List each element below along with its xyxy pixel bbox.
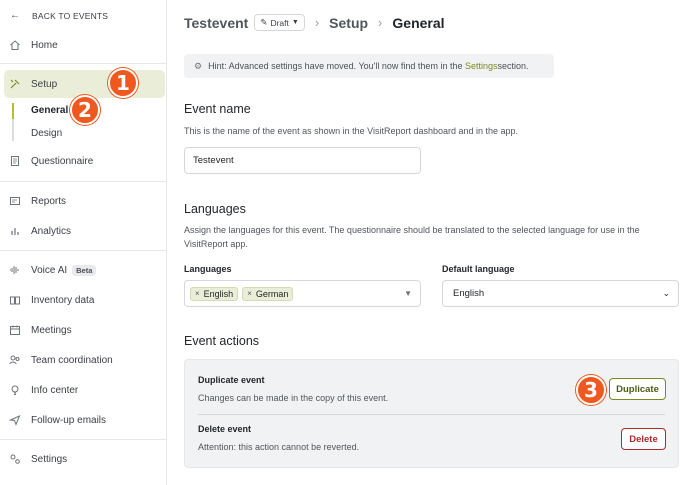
sub-indicator-active <box>12 103 14 119</box>
breadcrumb: Testevent ✎ Draft ▼ › Setup › General <box>184 14 445 31</box>
event-name-description: This is the name of the event as shown i… <box>184 126 519 136</box>
divider <box>0 63 167 64</box>
divider <box>0 439 167 440</box>
hint-banner: ⚙ Hint: Advanced settings have moved. Yo… <box>184 54 554 78</box>
duplicate-button[interactable]: Duplicate <box>609 378 666 400</box>
status-dropdown[interactable]: ✎ Draft ▼ <box>254 14 305 31</box>
sidebar-item-info-center[interactable]: Info center <box>0 379 167 401</box>
beta-badge: Beta <box>72 264 97 276</box>
home-icon <box>8 38 22 52</box>
chevron-right-icon: › <box>314 15 320 30</box>
language-tag: × English <box>190 286 239 301</box>
duplicate-event-description: Changes can be made in the copy of this … <box>198 393 389 403</box>
breadcrumb-event[interactable]: Testevent <box>184 15 248 31</box>
pencil-icon: ✎ <box>260 17 268 27</box>
divider <box>198 414 665 415</box>
sidebar-item-setup[interactable]: Setup <box>4 70 165 98</box>
delete-event-title: Delete event <box>198 424 252 434</box>
languages-multiselect[interactable]: × English × German ▼ <box>184 280 421 307</box>
divider <box>0 181 167 182</box>
settings-icon <box>8 452 22 466</box>
sidebar-item-team-coordination[interactable]: Team coordination <box>0 349 167 371</box>
sidebar-subitem-general[interactable]: General <box>31 105 68 116</box>
tools-icon <box>8 77 22 91</box>
languages-description: Assign the languages for this event. The… <box>184 225 640 249</box>
sidebar-item-meetings[interactable]: Meetings <box>0 319 167 341</box>
page-title: General <box>392 14 445 31</box>
duplicate-event-title: Duplicate event <box>198 375 265 385</box>
step-marker-3: 3 <box>576 375 606 405</box>
step-marker-1: 1 <box>108 68 138 98</box>
sidebar-item-follow-up-emails[interactable]: Follow-up emails <box>0 409 167 431</box>
event-name-input[interactable]: Testevent <box>184 147 421 174</box>
sidebar-item-questionnaire[interactable]: Questionnaire <box>0 150 167 172</box>
remove-icon[interactable]: × <box>195 289 200 298</box>
settings-icon: ⚙ <box>194 60 203 71</box>
book-icon <box>8 293 22 307</box>
section-heading-event-name: Event name <box>184 102 251 116</box>
sidebar-item-settings[interactable]: Settings <box>0 448 167 470</box>
language-tag: × German <box>242 286 294 301</box>
divider <box>0 250 167 251</box>
arrow-left-icon: ← <box>10 10 21 21</box>
report-icon <box>8 194 22 208</box>
step-marker-2: 2 <box>70 95 100 125</box>
sidebar-subitem-design[interactable]: Design <box>31 128 62 139</box>
send-icon <box>8 413 22 427</box>
chevron-right-icon: › <box>378 15 383 30</box>
caret-down-icon: ▼ <box>291 19 299 26</box>
bar-chart-icon <box>8 224 22 238</box>
section-heading-languages: Languages <box>184 202 246 216</box>
sidebar: ← BACK TO EVENTS Home Setup General Desi… <box>0 0 167 485</box>
section-heading-event-actions: Event actions <box>184 334 260 348</box>
document-icon <box>8 154 22 168</box>
sub-indicator <box>12 119 14 141</box>
sidebar-item-voice-ai[interactable]: Voice AI Beta <box>0 259 167 281</box>
sidebar-item-inventory-data[interactable]: Inventory data <box>0 289 167 311</box>
event-actions-panel: Duplicate event Changes can be made in t… <box>184 359 679 468</box>
remove-icon[interactable]: × <box>247 289 252 298</box>
sidebar-item-reports[interactable]: Reports <box>0 190 167 212</box>
delete-button[interactable]: Delete <box>621 428 666 450</box>
calendar-icon <box>8 323 22 337</box>
soundwave-icon <box>8 263 22 277</box>
settings-link[interactable]: Settings <box>465 61 498 71</box>
default-language-select[interactable]: English ⌄ <box>442 280 679 307</box>
chevron-down-icon: ⌄ <box>662 288 670 298</box>
back-to-events-link[interactable]: ← BACK TO EVENTS <box>10 10 108 21</box>
caret-down-icon: ▼ <box>404 289 412 298</box>
sidebar-item-home[interactable]: Home <box>0 34 167 56</box>
delete-event-description: Attention: this action cannot be reverte… <box>198 442 360 452</box>
default-language-label: Default language <box>442 264 515 274</box>
lightbulb-icon <box>8 383 22 397</box>
team-icon <box>8 353 22 367</box>
breadcrumb-setup[interactable]: Setup <box>329 15 368 31</box>
languages-label: Languages <box>184 264 232 274</box>
sidebar-item-analytics[interactable]: Analytics <box>0 220 167 242</box>
